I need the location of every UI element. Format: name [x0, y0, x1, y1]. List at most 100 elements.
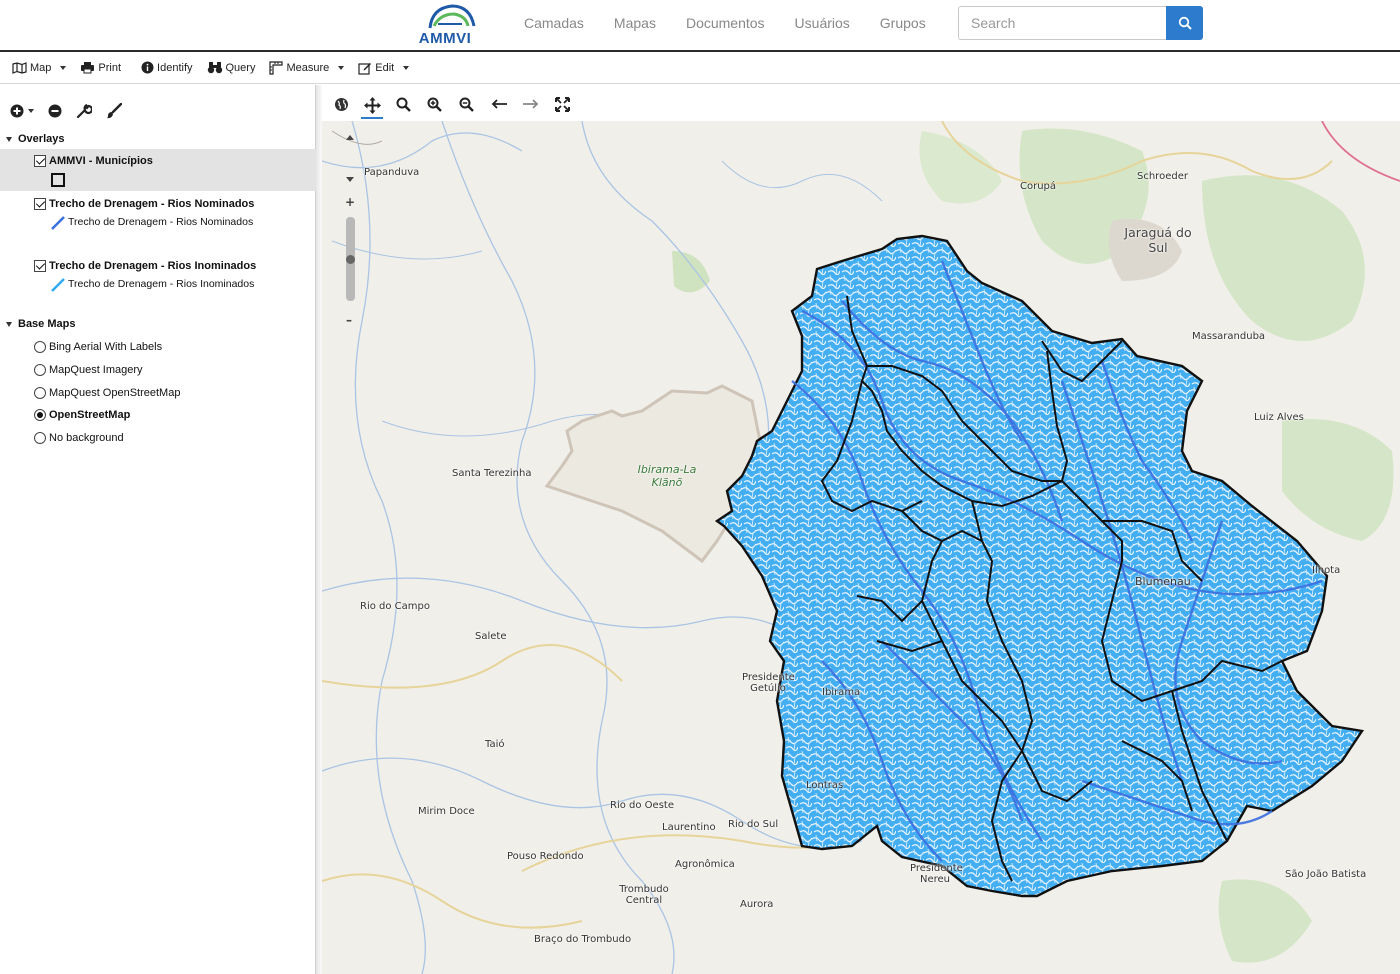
place-label: Schroeder: [1137, 171, 1188, 182]
basemap-label: OpenStreetMap: [49, 409, 131, 421]
edit-label: Edit: [375, 61, 395, 74]
main-toolbar: Map Print Identify Query Measure Edit: [0, 52, 1400, 84]
identify-button[interactable]: Identify: [141, 61, 193, 74]
zoom-plus-icon[interactable]: +: [345, 195, 355, 209]
paintbrush-icon: [106, 103, 122, 119]
basemap-radio-mapquest-imagery[interactable]: [34, 364, 46, 376]
remove-layer-button[interactable]: [48, 104, 62, 118]
basemap-radio-none[interactable]: [34, 432, 46, 444]
layer-style-button[interactable]: [106, 103, 122, 119]
next-extent-button[interactable]: [519, 93, 541, 115]
place-label: Ibirama-La Klãnõ: [637, 463, 697, 489]
full-extent-button[interactable]: [330, 93, 352, 115]
nav-usuarios[interactable]: Usuários: [795, 15, 850, 31]
place-label: São João Batista: [1285, 869, 1367, 880]
place-label: Laurentino: [662, 822, 716, 833]
basemap-radio-bing[interactable]: [34, 341, 46, 353]
layer-item-rios-inominados[interactable]: Trecho de Drenagem - Rios Inominados Tre…: [0, 253, 316, 301]
layer-item-municipios[interactable]: AMMVI - Municípios: [0, 149, 316, 191]
pan-arrows-icon: [363, 96, 381, 114]
zoom-track[interactable]: [346, 217, 355, 301]
zoom-in-button[interactable]: [423, 93, 445, 115]
search-input[interactable]: [958, 6, 1166, 40]
place-label: Rio do Oeste: [610, 800, 674, 811]
arrow-right-icon: [522, 99, 538, 109]
basemap-label: No background: [49, 432, 124, 444]
add-layer-button[interactable]: [10, 104, 34, 118]
logo-text: AMMVI: [418, 30, 472, 47]
overlays-title: Overlays: [18, 133, 65, 145]
query-label: Query: [225, 61, 256, 74]
zoom-in-icon: [427, 97, 442, 112]
layer-tools: [10, 103, 136, 119]
plus-circle-icon: [10, 104, 24, 118]
place-label: Massaranduba: [1192, 331, 1266, 342]
pan-button[interactable]: [361, 93, 383, 119]
layer-checkbox[interactable]: [34, 155, 46, 167]
nav-mapas[interactable]: Mapas: [614, 15, 656, 31]
place-label: Santa Terezinha: [452, 468, 532, 479]
pan-up-icon[interactable]: [346, 135, 354, 140]
place-label: Presidente Getúlio: [742, 672, 795, 694]
map-canvas[interactable]: + – Papanduva Corupá Schroeder Jaraguá d…: [322, 121, 1400, 974]
place-label: Ibirama: [822, 687, 861, 698]
measure-label: Measure: [286, 61, 330, 74]
binoculars-icon: [207, 62, 222, 74]
map-toolbar: [322, 85, 1400, 121]
line-legend-swatch: [51, 278, 65, 292]
nav-documentos[interactable]: Documentos: [686, 15, 765, 31]
measure-menu-button[interactable]: Measure: [269, 60, 345, 75]
fullscreen-button[interactable]: [551, 93, 573, 115]
chevron-down-icon: [60, 65, 67, 70]
previous-extent-button[interactable]: [488, 93, 510, 115]
basemap-radio-mapquest-osm[interactable]: [34, 387, 46, 399]
zoom-slider[interactable]: + –: [340, 131, 360, 331]
basemap-label: MapQuest Imagery: [49, 364, 143, 376]
print-label: Print: [98, 61, 122, 74]
place-label: Rio do Sul: [728, 819, 779, 830]
expand-icon: [554, 96, 570, 112]
place-label: Aurora: [740, 899, 774, 910]
main-nav: Camadas Mapas Documentos Usuários Grupos: [524, 15, 956, 31]
globe-icon: [334, 97, 348, 111]
chevron-down-icon: [28, 109, 34, 113]
collapse-triangle-icon: [6, 321, 12, 327]
place-label: Corupá: [1020, 181, 1057, 192]
layer-title: AMMVI - Municípios: [49, 155, 153, 167]
map-container: + – Papanduva Corupá Schroeder Jaraguá d…: [322, 85, 1400, 974]
ruler-icon: [269, 60, 284, 75]
search-button[interactable]: [1166, 6, 1203, 40]
ammvi-logo[interactable]: AMMVI: [412, 2, 478, 48]
layer-checkbox[interactable]: [34, 198, 46, 210]
info-icon: [141, 61, 154, 74]
legend-label: Trecho de Drenagem - Rios Nominados: [68, 216, 254, 228]
chevron-down-icon: [403, 65, 410, 70]
basemap-radio-osm[interactable]: [34, 409, 46, 421]
pan-down-icon[interactable]: [346, 177, 354, 182]
edit-menu-button[interactable]: Edit: [358, 61, 410, 75]
query-button[interactable]: Query: [207, 61, 256, 74]
basemap-layer: [322, 121, 1400, 974]
place-label: Presidente Nereu: [910, 863, 963, 885]
zoom-thumb[interactable]: [346, 255, 355, 264]
nav-camadas[interactable]: Camadas: [524, 15, 584, 31]
place-label: Ilhota: [1312, 565, 1341, 576]
layer-properties-button[interactable]: [76, 103, 92, 119]
print-button[interactable]: Print: [80, 61, 121, 74]
identify-label: Identify: [157, 61, 193, 74]
zoom-out-button[interactable]: [455, 93, 477, 115]
layer-item-rios-nominados[interactable]: Trecho de Drenagem - Rios Nominados Trec…: [0, 191, 316, 249]
map-menu-button[interactable]: Map: [12, 61, 67, 74]
place-label: Mirim Doce: [418, 806, 475, 817]
place-label: Salete: [475, 631, 507, 642]
zoom-minus-icon[interactable]: –: [346, 313, 352, 327]
place-label: Blumenau: [1135, 575, 1191, 588]
edit-icon: [358, 62, 372, 75]
nav-grupos[interactable]: Grupos: [880, 15, 926, 31]
zoom-box-button[interactable]: [392, 93, 414, 115]
place-label: Pouso Redondo: [507, 851, 584, 862]
basemaps-section-header[interactable]: Base Maps: [6, 318, 75, 330]
layer-checkbox[interactable]: [34, 260, 46, 272]
overlays-section-header[interactable]: Overlays: [6, 133, 64, 145]
map-menu-label: Map: [30, 61, 52, 74]
